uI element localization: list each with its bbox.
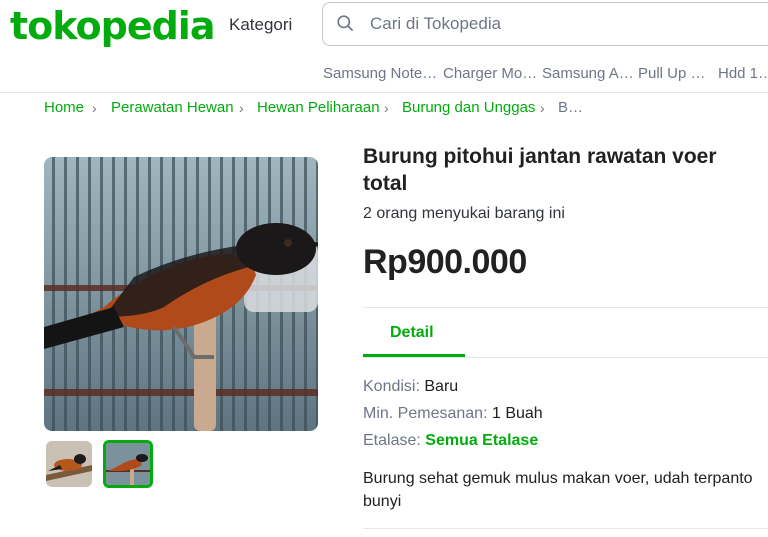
condition-label: Kondisi: bbox=[363, 378, 420, 395]
min-order-row: Min. Pemesanan: 1 Buah bbox=[363, 404, 543, 424]
search-suggestion[interactable]: Samsung A… bbox=[542, 65, 634, 83]
condition-value: Baru bbox=[424, 378, 459, 395]
search-suggestion[interactable]: Hdd 1… bbox=[718, 65, 768, 83]
product-thumbnail[interactable] bbox=[46, 441, 92, 487]
search-suggestion[interactable]: Charger Mo… bbox=[443, 65, 537, 83]
section-divider bbox=[363, 307, 768, 308]
etalase-link[interactable]: Semua Etalase bbox=[425, 432, 538, 449]
header-divider bbox=[0, 92, 768, 93]
chevron-right-icon: › bbox=[384, 100, 389, 116]
bird-photo-illustration bbox=[44, 157, 318, 431]
product-price: Rp900.000 bbox=[363, 243, 527, 281]
search-suggestion[interactable]: Pull Up … bbox=[638, 65, 706, 83]
min-order-value: 1 Buah bbox=[491, 405, 543, 422]
product-thumbnail-active[interactable] bbox=[103, 440, 153, 488]
breadcrumb-perawatan-hewan[interactable]: Perawatan Hewan bbox=[111, 99, 234, 117]
bird-thumbnail-image bbox=[106, 443, 150, 485]
breadcrumb-home[interactable]: Home bbox=[44, 99, 84, 117]
product-main-image[interactable] bbox=[44, 157, 318, 431]
bird-thumbnail-image bbox=[46, 441, 92, 487]
kategori-menu[interactable]: Kategori bbox=[229, 14, 292, 36]
product-description: Burung sehat gemuk mulus makan voer, uda… bbox=[363, 470, 753, 510]
chevron-right-icon: › bbox=[92, 100, 97, 116]
breadcrumb-burung-dan-unggas[interactable]: Burung dan Unggas bbox=[402, 99, 535, 117]
tab-divider bbox=[363, 357, 768, 358]
search-input[interactable] bbox=[370, 12, 750, 36]
etalase-row: Etalase: Semua Etalase bbox=[363, 431, 538, 451]
tokopedia-logo[interactable]: tokopedia bbox=[10, 2, 215, 50]
chevron-right-icon: › bbox=[540, 100, 545, 116]
bottom-divider bbox=[363, 528, 768, 529]
breadcrumb-current: B… bbox=[558, 99, 584, 116]
tab-detail[interactable]: Detail bbox=[390, 323, 434, 343]
condition-row: Kondisi: Baru bbox=[363, 377, 458, 397]
etalase-label: Etalase: bbox=[363, 432, 421, 449]
chevron-right-icon: › bbox=[239, 100, 244, 116]
search-icon bbox=[337, 15, 353, 31]
product-likes-count: 2 orang menyukai barang ini bbox=[363, 205, 565, 222]
breadcrumb-hewan-peliharaan[interactable]: Hewan Peliharaan bbox=[257, 99, 380, 117]
min-order-label: Min. Pemesanan: bbox=[363, 405, 488, 422]
search-suggestion[interactable]: Samsung Note… bbox=[323, 65, 437, 83]
product-title: Burung pitohui jantan rawatan voer total bbox=[363, 145, 717, 195]
